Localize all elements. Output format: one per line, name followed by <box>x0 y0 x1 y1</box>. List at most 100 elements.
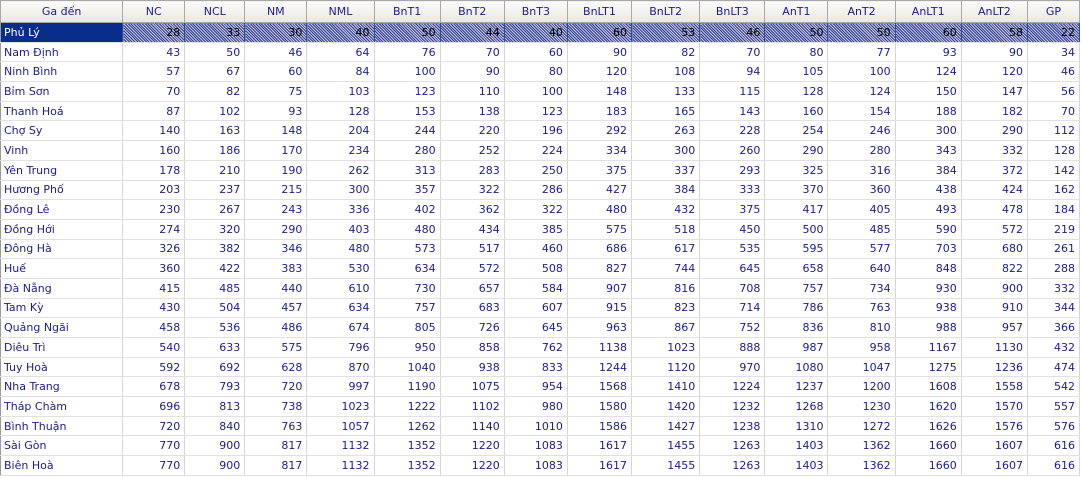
fare-cell[interactable]: 1167 <box>895 337 962 358</box>
fare-cell[interactable]: 375 <box>567 160 633 181</box>
fare-cell[interactable]: 82 <box>631 42 701 63</box>
fare-cell[interactable]: 385 <box>504 219 568 240</box>
fare-cell[interactable]: 440 <box>244 278 308 299</box>
fare-cell[interactable]: 930 <box>895 278 962 299</box>
fare-cell[interactable]: 326 <box>122 239 186 260</box>
fare-cell[interactable]: 93 <box>895 42 962 63</box>
fare-cell[interactable]: 150 <box>895 81 962 102</box>
table-row[interactable]: Tuy Hoà 592 692 628 870 1040 938 833 1244 1120 970… <box>0 357 1081 378</box>
fare-cell[interactable]: 322 <box>440 180 505 201</box>
fare-cell[interactable]: 517 <box>440 239 505 260</box>
fare-cell[interactable]: 219 <box>1027 219 1081 240</box>
fare-cell[interactable]: 343 <box>895 140 962 161</box>
fare-cell[interactable]: 726 <box>440 317 505 338</box>
fare-cell[interactable]: 575 <box>567 219 633 240</box>
fare-cell[interactable]: 142 <box>1027 160 1081 181</box>
station-cell[interactable]: Yên Trung <box>0 160 124 181</box>
fare-cell[interactable]: 160 <box>764 101 829 122</box>
fare-cell[interactable]: 486 <box>244 317 308 338</box>
fare-cell[interactable]: 1132 <box>306 435 375 457</box>
fare-cell[interactable]: 915 <box>567 298 633 319</box>
column-header[interactable]: BnT2 <box>439 0 505 23</box>
fare-cell[interactable]: 246 <box>827 120 896 142</box>
fare-cell[interactable]: 228 <box>699 120 766 142</box>
table-row[interactable]: Phủ Lý 28 33 30 40 50 44 40 60 53 46 50 50 60 58 22 <box>0 22 1081 43</box>
fare-cell[interactable]: 508 <box>504 258 568 279</box>
fare-cell[interactable]: 595 <box>764 239 829 260</box>
fare-cell[interactable]: 867 <box>631 317 701 338</box>
fare-cell[interactable]: 300 <box>306 180 375 201</box>
fare-cell[interactable]: 427 <box>567 180 633 201</box>
fare-cell[interactable]: 1568 <box>567 376 633 398</box>
table-row[interactable]: Biên Hoà 770 900 817 1132 1352 1220 1083 1617 145… <box>0 455 1081 476</box>
fare-cell[interactable]: 128 <box>764 81 829 102</box>
fare-cell[interactable]: 833 <box>504 357 568 378</box>
fare-cell[interactable]: 938 <box>895 298 962 319</box>
fare-cell[interactable]: 530 <box>306 258 375 279</box>
fare-cell[interactable]: 90 <box>567 42 633 63</box>
table-row[interactable]: Nam Định 43 50 46 64 76 70 60 90 82 70 80 77 93 90 34 <box>0 42 1081 63</box>
fare-cell[interactable]: 730 <box>374 278 441 299</box>
fare-cell[interactable]: 403 <box>306 219 375 240</box>
fare-cell[interactable]: 432 <box>1027 337 1081 358</box>
fare-cell[interactable]: 938 <box>440 357 505 378</box>
fare-cell[interactable]: 336 <box>306 199 375 220</box>
column-header[interactable]: NC <box>122 0 186 23</box>
fare-cell[interactable]: 237 <box>184 180 246 201</box>
fare-cell[interactable]: 840 <box>184 416 246 437</box>
fare-cell[interactable]: 1262 <box>374 416 441 437</box>
station-cell[interactable]: Sài Gòn <box>0 435 124 457</box>
fare-cell[interactable]: 105 <box>764 61 829 83</box>
fare-cell[interactable]: 577 <box>827 239 896 260</box>
fare-cell[interactable]: 836 <box>764 317 829 338</box>
fare-cell[interactable]: 1268 <box>764 396 829 417</box>
fare-cell[interactable]: 196 <box>504 120 568 142</box>
fare-cell[interactable]: 87 <box>122 101 186 122</box>
fare-cell[interactable]: 162 <box>1027 180 1081 201</box>
fare-cell[interactable]: 1362 <box>827 455 896 476</box>
fare-cell[interactable]: 64 <box>306 42 375 63</box>
fare-cell[interactable]: 346 <box>244 239 308 260</box>
fare-cell[interactable]: 480 <box>374 219 441 240</box>
fare-cell[interactable]: 123 <box>374 81 441 102</box>
fare-cell[interactable]: 234 <box>306 140 375 161</box>
fare-cell[interactable]: 128 <box>306 101 375 122</box>
station-cell[interactable]: Tuy Hoà <box>0 357 124 378</box>
fare-cell[interactable]: 254 <box>764 120 829 142</box>
fare-cell[interactable]: 734 <box>827 278 896 299</box>
column-header[interactable]: Ga đến <box>0 0 124 23</box>
fare-cell[interactable]: 75 <box>244 81 308 102</box>
fare-cell[interactable]: 460 <box>504 239 568 260</box>
fare-cell[interactable]: 1607 <box>961 455 1028 476</box>
fare-cell[interactable]: 46 <box>244 42 308 63</box>
fare-cell[interactable]: 1608 <box>895 376 962 398</box>
fare-cell[interactable]: 763 <box>827 298 896 319</box>
fare-cell[interactable]: 763 <box>244 416 308 437</box>
fare-cell[interactable]: 633 <box>184 337 246 358</box>
fare-cell[interactable]: 478 <box>961 199 1028 220</box>
fare-cell[interactable]: 90 <box>961 42 1028 63</box>
fare-cell[interactable]: 1075 <box>440 376 505 398</box>
fare-cell[interactable]: 810 <box>827 317 896 338</box>
fare-cell[interactable]: 190 <box>244 160 308 181</box>
fare-cell[interactable]: 950 <box>374 337 441 358</box>
fare-cell[interactable]: 120 <box>961 61 1028 83</box>
fare-cell[interactable]: 1132 <box>306 455 375 476</box>
fare-cell[interactable]: 53 <box>631 22 701 43</box>
column-header[interactable]: BnLT3 <box>699 0 766 23</box>
fare-cell[interactable]: 103 <box>306 81 375 102</box>
fare-cell[interactable]: 485 <box>184 278 246 299</box>
fare-cell[interactable]: 540 <box>122 337 186 358</box>
fare-cell[interactable]: 1263 <box>699 455 766 476</box>
fare-cell[interactable]: 1047 <box>827 357 896 378</box>
fare-cell[interactable]: 858 <box>440 337 505 358</box>
fare-cell[interactable]: 124 <box>895 61 962 83</box>
fare-cell[interactable]: 770 <box>122 435 186 457</box>
fare-cell[interactable]: 1220 <box>440 455 505 476</box>
fare-cell[interactable]: 752 <box>699 317 766 338</box>
fare-cell[interactable]: 796 <box>306 337 375 358</box>
fare-cell[interactable]: 375 <box>699 199 766 220</box>
column-header[interactable]: BnT1 <box>373 0 441 23</box>
fare-cell[interactable]: 243 <box>244 199 308 220</box>
fare-cell[interactable]: 110 <box>440 81 505 102</box>
